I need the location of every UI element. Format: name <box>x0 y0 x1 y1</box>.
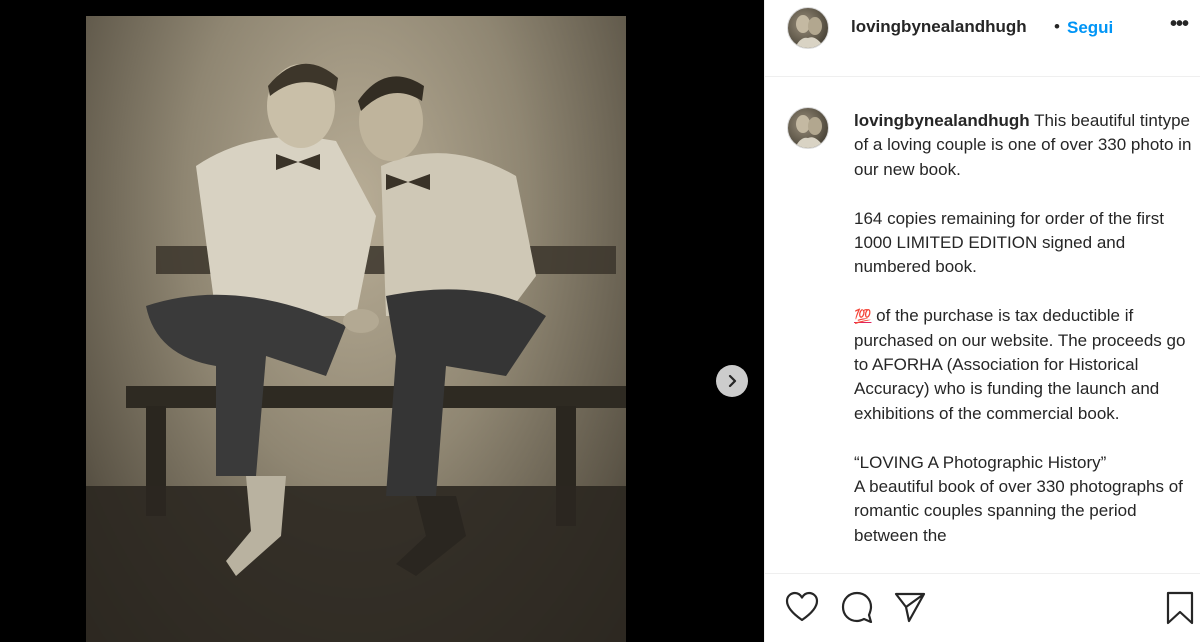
paper-plane-icon <box>894 592 926 623</box>
post-sidebar: lovingbynealandhugh • Segui ••• lovingby… <box>764 0 1200 642</box>
chevron-right-icon <box>728 374 737 388</box>
post-actions-bar <box>765 573 1200 642</box>
share-button[interactable] <box>893 591 927 628</box>
tintype-image <box>86 63 626 642</box>
heart-icon <box>785 591 819 622</box>
caption-username[interactable]: lovingbynealandhugh <box>854 111 1030 130</box>
caption-paragraph-3: of the purchase is tax deductible if pur… <box>854 306 1186 423</box>
media-viewer <box>0 0 764 642</box>
follow-button[interactable]: Segui <box>1067 18 1113 38</box>
separator-dot: • <box>1054 17 1060 36</box>
next-photo-button[interactable] <box>716 365 748 397</box>
comment-button[interactable] <box>840 591 874 628</box>
avatar[interactable] <box>787 7 829 49</box>
caption-avatar[interactable] <box>787 107 829 149</box>
caption-paragraph-4: A beautiful book of over 330 photographs… <box>854 477 1183 545</box>
save-button[interactable] <box>1165 591 1195 630</box>
caption-paragraph-2: 164 copies remaining for order of the fi… <box>854 208 1164 277</box>
like-button[interactable] <box>785 591 819 628</box>
post-username[interactable]: lovingbynealandhugh <box>851 17 1027 37</box>
post-photo[interactable] <box>86 16 626 642</box>
post-header: lovingbynealandhugh • Segui ••• <box>765 0 1200 77</box>
book-title: “LOVING A Photographic History” <box>854 452 1107 472</box>
avatar-image <box>794 115 825 148</box>
caption-scroll-area[interactable]: lovingbynealandhugh This beautiful tinty… <box>765 78 1200 573</box>
more-options-button[interactable]: ••• <box>1170 13 1189 36</box>
post-caption: lovingbynealandhugh This beautiful tinty… <box>854 109 1199 573</box>
hundred-points-icon: 💯 <box>854 308 872 325</box>
comment-icon <box>841 591 873 624</box>
bookmark-icon <box>1166 591 1194 625</box>
avatar-image <box>794 15 825 48</box>
